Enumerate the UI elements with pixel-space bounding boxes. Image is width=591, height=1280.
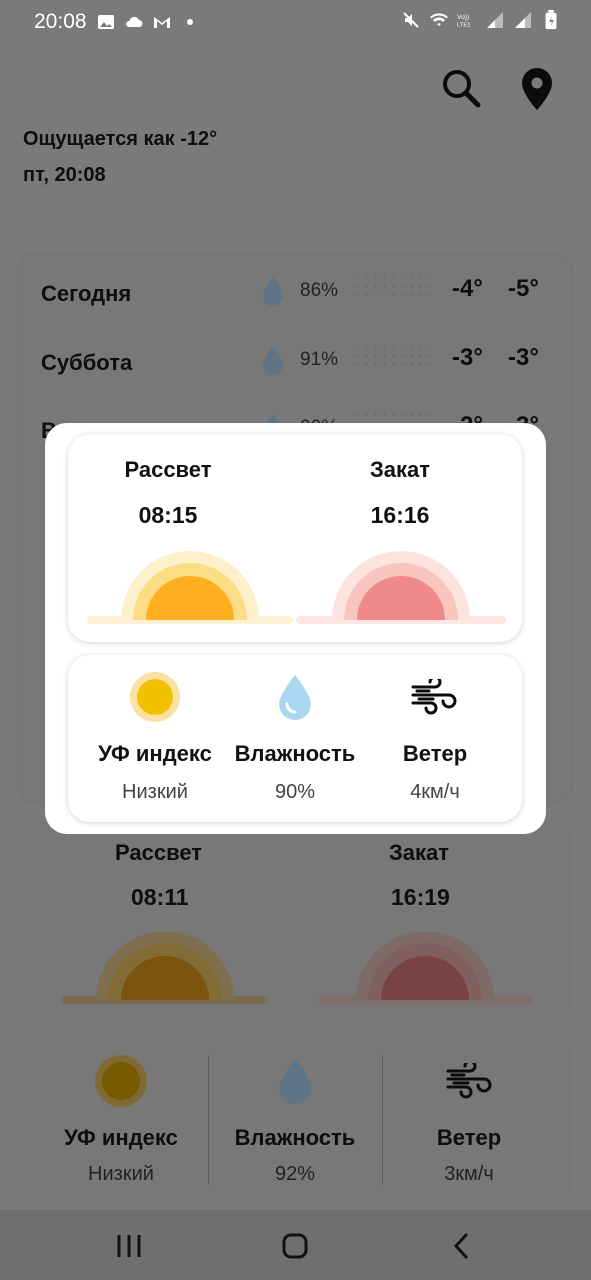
home-button[interactable] — [275, 1230, 315, 1262]
recents-icon — [117, 1235, 141, 1257]
precip-dots-icon — [353, 342, 438, 372]
date-text: пт, 20:08 — [23, 164, 106, 186]
humidity-value: 90% — [274, 781, 316, 803]
wind-value: 3км/ч — [444, 1163, 494, 1185]
forecast-high: -4° — [452, 275, 483, 302]
volte-icon: Vo)) LTE1 — [457, 14, 471, 29]
sunset-label: Закат — [369, 457, 431, 482]
humidity-drop-icon — [279, 675, 311, 720]
sunset-icon — [318, 932, 534, 1004]
mute-icon — [403, 12, 419, 28]
uv-value: Низкий — [122, 781, 188, 803]
navigation-bar — [0, 1210, 591, 1280]
cloud-icon — [126, 16, 143, 27]
back-button[interactable] — [441, 1230, 481, 1262]
wind-label: Ветер — [436, 1125, 502, 1150]
forecast-low: -5° — [508, 275, 539, 302]
metrics-card-background: УФ индекс Низкий Влажность 92% Ветер 3км… — [18, 1037, 572, 1205]
forecast-humidity: 91% — [300, 349, 339, 370]
uv-icon — [95, 1055, 147, 1107]
home-icon — [282, 1233, 308, 1259]
humidity-drop-icon — [263, 346, 283, 375]
details-dialog[interactable]: Рассвет 08:15 Закат 16:16 УФ индекс Низк… — [45, 423, 546, 834]
wind-icon — [411, 679, 457, 715]
gmail-icon — [154, 17, 170, 28]
metrics-card: УФ индекс Низкий Влажность 90% Ветер 4км… — [68, 655, 522, 822]
top-actions — [439, 66, 555, 112]
precip-dots-icon — [353, 273, 438, 303]
battery-icon — [545, 10, 557, 30]
uv-label: УФ индекс — [98, 741, 212, 766]
forecast-row[interactable]: Суббота 91% -3° -3° — [18, 330, 572, 390]
recents-button[interactable] — [109, 1230, 149, 1262]
svg-text:LTE1: LTE1 — [457, 23, 471, 29]
svg-text:Vo)): Vo)) — [457, 14, 469, 21]
sunrise-time: 08:11 — [131, 884, 189, 910]
sunrise-time: 08:15 — [138, 502, 198, 528]
search-icon[interactable] — [439, 66, 483, 110]
forecast-row[interactable]: Сегодня 86% -4° -5° — [18, 261, 572, 321]
sunset-time: 16:19 — [391, 884, 450, 910]
wifi-icon — [430, 13, 448, 26]
dot-icon — [187, 19, 193, 25]
humidity-drop-icon — [263, 277, 283, 306]
sunrise-label: Рассвет — [115, 840, 203, 865]
sunrise-icon — [87, 551, 293, 624]
forecast-day: Сегодня — [41, 281, 132, 306]
humidity-drop-icon — [279, 1059, 311, 1104]
uv-value: Низкий — [88, 1163, 154, 1185]
uv-label: УФ индекс — [64, 1125, 178, 1150]
forecast-low: -3° — [508, 344, 539, 371]
image-icon — [98, 15, 114, 29]
humidity-label: Влажность — [234, 1125, 356, 1150]
feels-like-text: Ощущается как -12° — [23, 128, 218, 150]
location-pin-icon[interactable] — [519, 66, 555, 112]
back-icon — [453, 1233, 468, 1259]
humidity-value: 92% — [274, 1163, 316, 1185]
forecast-high: -3° — [452, 344, 483, 371]
sun-card: Рассвет 08:15 Закат 16:16 — [68, 434, 522, 642]
sunset-time: 16:16 — [370, 502, 430, 528]
sunrise-icon — [62, 932, 268, 1004]
signal-icon — [515, 12, 531, 28]
forecast-humidity: 86% — [300, 280, 339, 301]
wind-label: Ветер — [402, 741, 468, 766]
humidity-label: Влажность — [234, 741, 356, 766]
forecast-day: Суббота — [41, 350, 133, 375]
sunset-label: Закат — [389, 840, 450, 865]
sun-card-background: Рассвет 08:11 Закат 16:19 — [18, 820, 572, 1025]
status-bar: 20:08 Vo)) LTE1 — [0, 0, 591, 44]
wind-value: 4км/ч — [410, 781, 460, 803]
status-time: 20:08 — [34, 10, 87, 33]
signal-icon — [487, 12, 503, 28]
sunrise-label: Рассвет — [124, 457, 212, 482]
uv-icon — [130, 672, 180, 722]
sunset-icon — [296, 551, 506, 624]
wind-icon — [446, 1063, 492, 1099]
